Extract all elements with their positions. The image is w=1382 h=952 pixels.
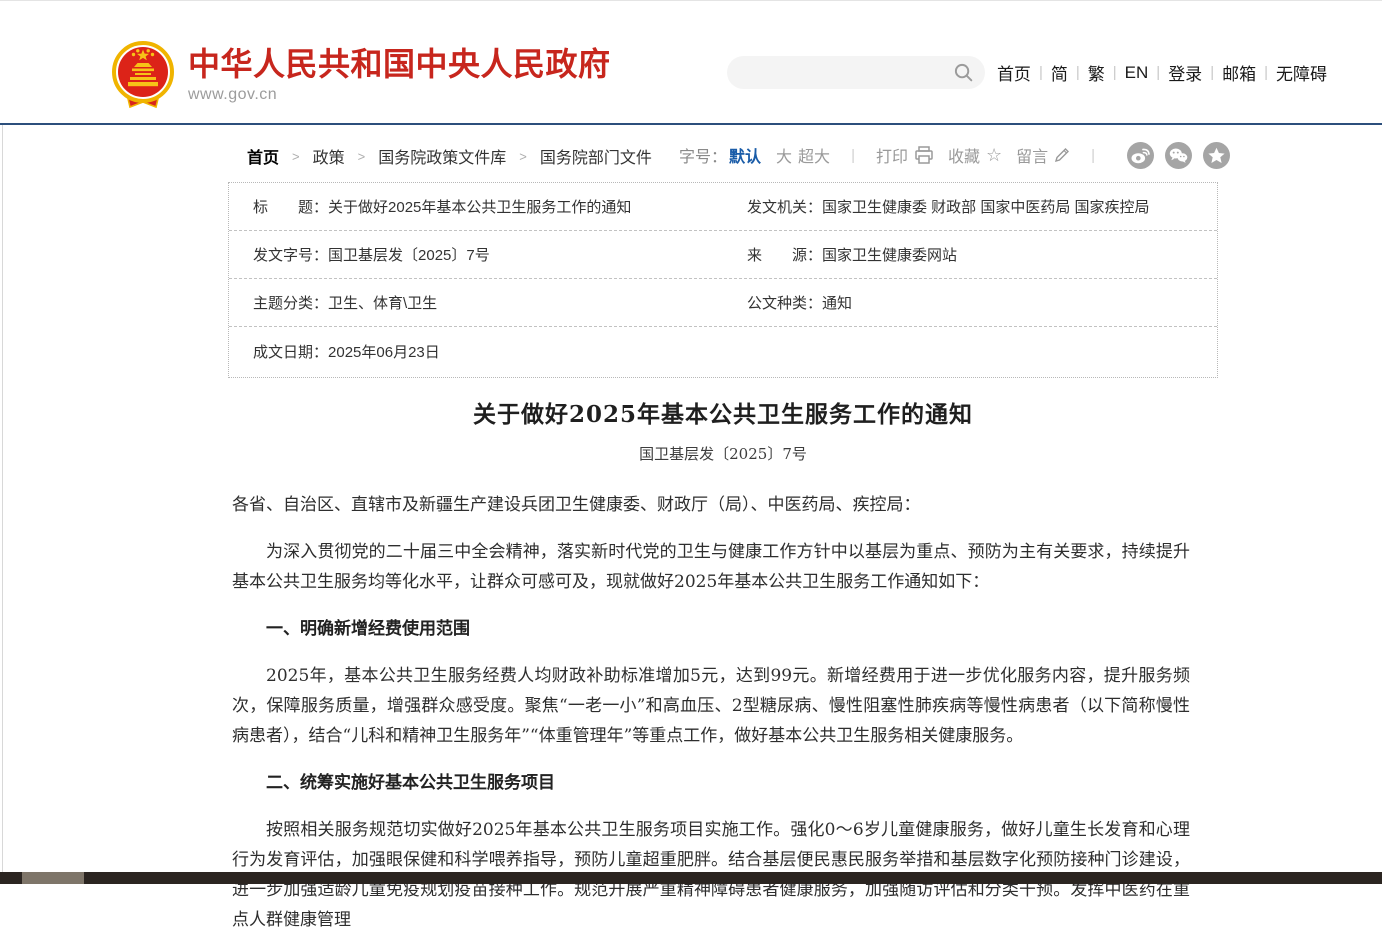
nav-traditional[interactable]: 繁 [1081, 60, 1112, 85]
document-area: 关于做好2025年基本公共卫生服务工作的通知 国卫基层发〔2025〕7号 各省、… [228, 395, 1218, 952]
breadcrumb-home[interactable]: 首页 [247, 144, 279, 168]
section-2-heading: 二、统筹实施好基本公共卫生服务项目 [232, 768, 1190, 798]
nav-accessibility[interactable]: 无障碍 [1269, 60, 1334, 85]
comment-label: 留言 [1016, 143, 1048, 167]
search-icon[interactable] [953, 62, 974, 83]
meta-title-value: 关于做好2025年基本公共卫生服务工作的通知 [328, 196, 631, 217]
horizontal-scrollbar[interactable] [0, 872, 1382, 884]
nav-english[interactable]: EN [1118, 63, 1156, 83]
site-url: www.gov.cn [188, 86, 611, 104]
share-buttons [1116, 142, 1230, 169]
brand-text: 中华人民共和国中央人民政府 www.gov.cn [188, 41, 611, 104]
toolbar-separator: | [851, 147, 855, 164]
meta-number-cell: 发文字号： 国卫基层发〔2025〕7号 [229, 244, 723, 265]
favorite-label: 收藏 [948, 143, 980, 167]
meta-doctype-cell: 公文种类： 通知 [723, 292, 1217, 313]
document-meta-table: 标 题： 关于做好2025年基本公共卫生服务工作的通知 发文机关： 国家卫生健康… [228, 182, 1218, 378]
meta-doctype-value: 通知 [822, 292, 852, 313]
meta-doctype-label: 公文种类： [747, 292, 822, 313]
printer-icon [914, 146, 934, 164]
chevron-right-icon: > [292, 149, 300, 164]
meta-source-value: 国家卫生健康委网站 [822, 244, 957, 265]
document-body: 各省、自治区、直辖市及新疆生产建设兵团卫生健康委、财政厅（局）、中医药局、疾控局… [232, 490, 1190, 935]
meta-title-cell: 标 题： 关于做好2025年基本公共卫生服务工作的通知 [229, 196, 723, 217]
breadcrumb-toolbar-row: 首页 > 政策 > 国务院政策文件库 > 国务院部门文件 字号： 默认 大 超大… [0, 125, 1382, 182]
nav-home[interactable]: 首页 [990, 60, 1038, 85]
site-header: 中华人民共和国中央人民政府 www.gov.cn 首页 | 简 | 繁 | EN… [0, 1, 1382, 123]
nav-mailbox[interactable]: 邮箱 [1215, 60, 1263, 85]
nav-login[interactable]: 登录 [1161, 60, 1209, 85]
breadcrumb-policy[interactable]: 政策 [313, 144, 345, 168]
meta-title-label: 标 题： [253, 196, 328, 217]
star-icon: ☆ [986, 146, 1002, 164]
breadcrumb: 首页 > 政策 > 国务院政策文件库 > 国务院部门文件 [247, 144, 652, 168]
section-1-paragraph: 2025年，基本公共卫生服务经费人均财政补助标准增加5元，达到99元。新增经费用… [232, 661, 1190, 751]
gov-logo[interactable]: 中华人民共和国中央人民政府 www.gov.cn [112, 41, 611, 111]
meta-category-cell: 主题分类： 卫生、体育\卫生 [229, 292, 723, 313]
meta-category-value: 卫生、体育\卫生 [328, 292, 437, 313]
salutation-paragraph: 各省、自治区、直辖市及新疆生产建设兵团卫生健康委、财政厅（局）、中医药局、疾控局… [232, 490, 1190, 520]
top-nav: 首页 | 简 | 繁 | EN | 登录 | 邮箱 | 无障碍 [990, 60, 1334, 85]
national-emblem-icon [112, 41, 174, 111]
wechat-share-icon[interactable] [1165, 142, 1192, 169]
meta-row-date: 成文日期： 2025年06月23日 [229, 327, 1217, 376]
section-1-heading: 一、明确新增经费使用范围 [232, 614, 1190, 644]
fontsize-label: 字号： [679, 143, 727, 167]
meta-agency-value: 国家卫生健康委 财政部 国家中医药局 国家疾控局 [822, 196, 1150, 217]
scrollbar-thumb[interactable] [22, 872, 84, 884]
comment-button[interactable]: 留言 [1016, 143, 1070, 167]
meta-number-label: 发文字号： [253, 244, 328, 265]
meta-source-cell: 来 源： 国家卫生健康委网站 [723, 244, 1217, 265]
fontsize-large-button[interactable]: 大 [776, 143, 792, 167]
meta-row-title-agency: 标 题： 关于做好2025年基本公共卫生服务工作的通知 发文机关： 国家卫生健康… [229, 183, 1217, 231]
weibo-share-icon[interactable] [1127, 142, 1154, 169]
intro-paragraph: 为深入贯彻党的二十届三中全会精神，落实新时代党的卫生与健康工作方针中以基层为重点… [232, 537, 1190, 597]
meta-date-label: 成文日期： [253, 341, 328, 362]
search-box[interactable] [727, 56, 985, 89]
chevron-right-icon: > [358, 149, 366, 164]
fontsize-xlarge-button[interactable]: 超大 [798, 143, 830, 167]
meta-row-number-source: 发文字号： 国卫基层发〔2025〕7号 来 源： 国家卫生健康委网站 [229, 231, 1217, 279]
meta-source-label: 来 源： [747, 244, 822, 265]
pencil-icon [1054, 147, 1070, 163]
breadcrumb-department-documents[interactable]: 国务院部门文件 [540, 144, 652, 168]
meta-date-value: 2025年06月23日 [328, 341, 440, 362]
meta-number-value: 国卫基层发〔2025〕7号 [328, 244, 490, 265]
print-label: 打印 [876, 143, 908, 167]
document-number: 国卫基层发〔2025〕7号 [228, 443, 1218, 464]
favorite-button[interactable]: 收藏 ☆ [948, 143, 1002, 167]
meta-category-label: 主题分类： [253, 292, 328, 313]
nav-simplified[interactable]: 简 [1044, 60, 1075, 85]
fontsize-default-button[interactable]: 默认 [729, 143, 761, 167]
meta-agency-cell: 发文机关： 国家卫生健康委 财政部 国家中医药局 国家疾控局 [723, 196, 1217, 217]
meta-date-cell: 成文日期： 2025年06月23日 [229, 341, 723, 362]
site-title: 中华人民共和国中央人民政府 [188, 46, 611, 83]
search-input[interactable] [745, 57, 935, 87]
toolbar-separator: | [1091, 147, 1095, 164]
print-button[interactable]: 打印 [876, 143, 934, 167]
breadcrumb-policy-library[interactable]: 国务院政策文件库 [378, 144, 506, 168]
page-toolbar: 字号： 默认 大 超大 | 打印 收藏 ☆ 留言 [679, 142, 1230, 168]
qzone-share-icon[interactable] [1203, 142, 1230, 169]
chevron-right-icon: > [519, 149, 527, 164]
document-title: 关于做好2025年基本公共卫生服务工作的通知 [228, 395, 1218, 429]
meta-row-category-type: 主题分类： 卫生、体育\卫生 公文种类： 通知 [229, 279, 1217, 327]
meta-agency-label: 发文机关： [747, 196, 822, 217]
